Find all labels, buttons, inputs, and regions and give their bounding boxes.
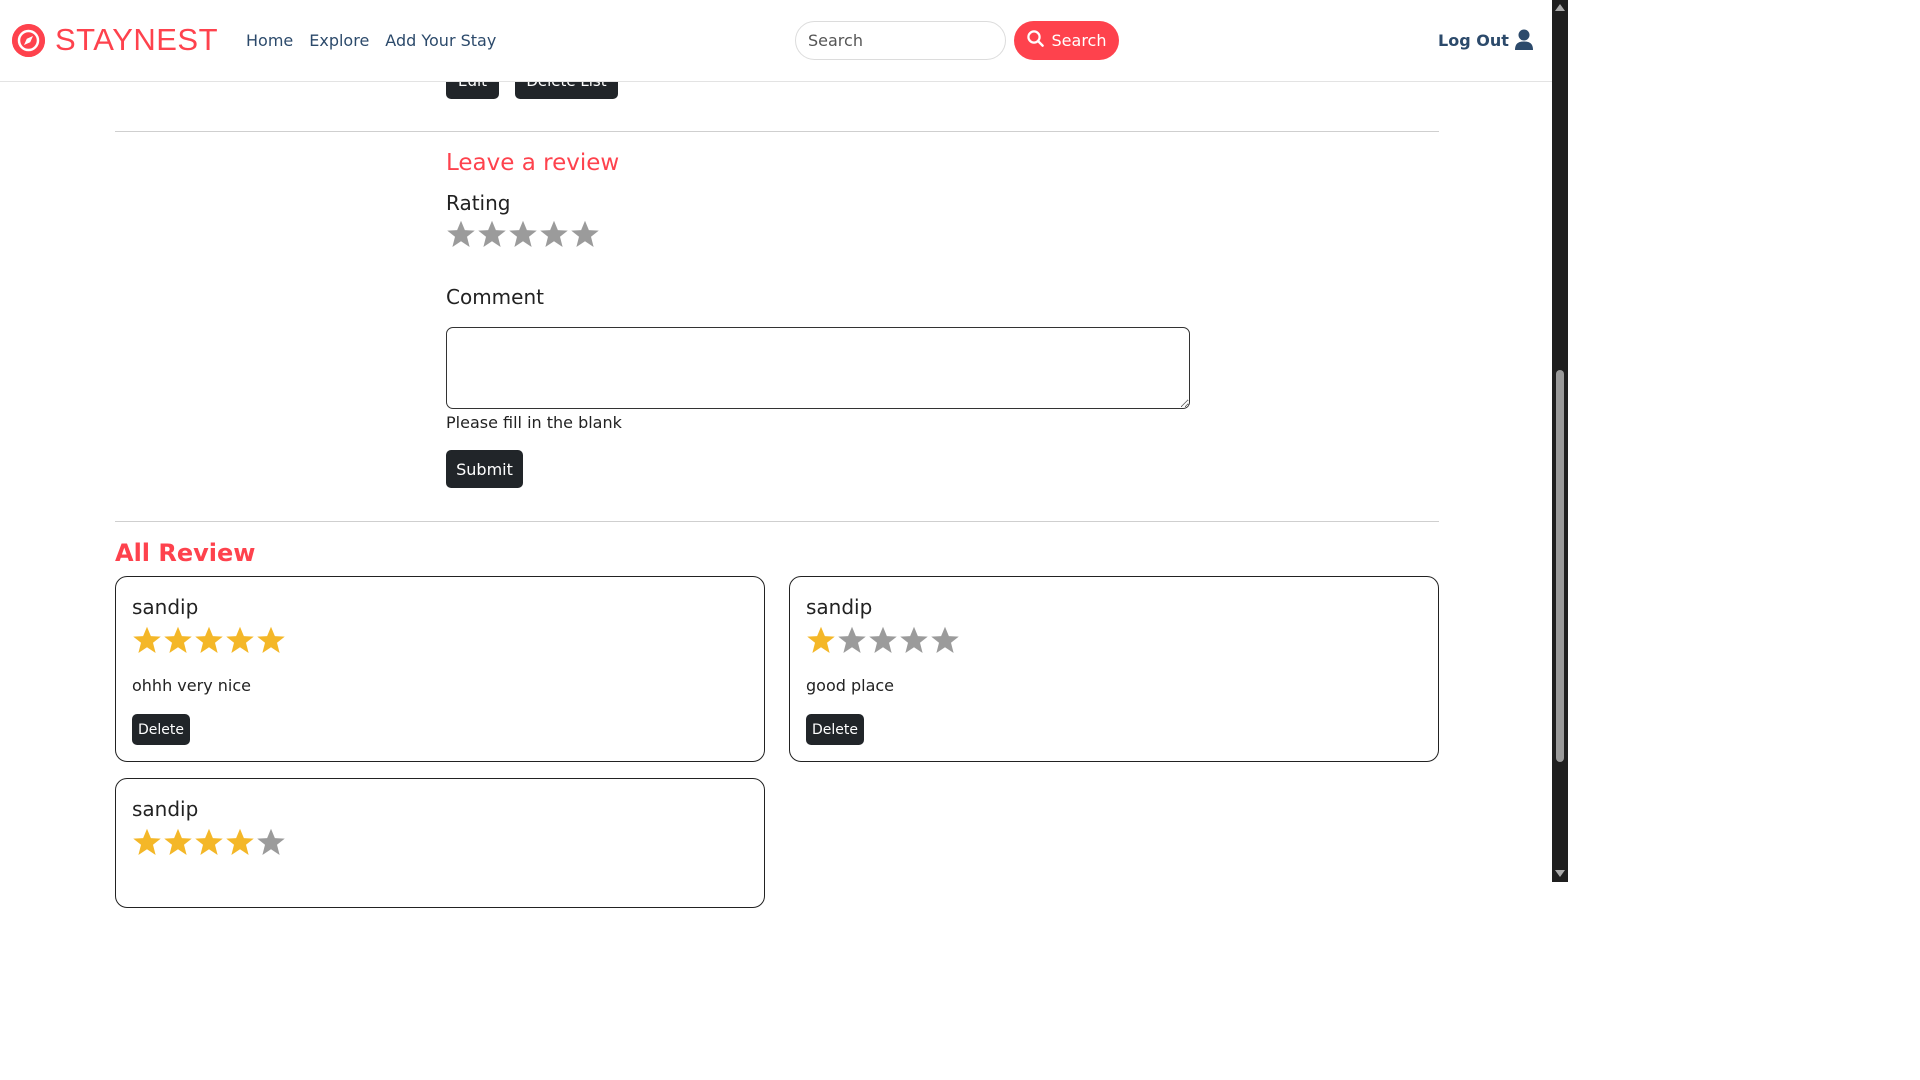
star-icon [930,626,960,659]
star-icon [163,626,193,659]
review-card: sandip ohhh very nice Delete [115,576,765,762]
rating-input[interactable] [446,220,600,253]
search-icon [1026,30,1044,51]
star-icon [194,828,224,861]
star-icon [899,626,929,659]
nav-link-add-your-stay[interactable]: Add Your Stay [385,31,496,50]
divider [115,131,1439,132]
nav-links: Home Explore Add Your Stay [246,31,496,50]
star-icon [225,828,255,861]
star-icon [225,626,255,659]
review-comment: good place [806,676,895,695]
brand-name: STAYNEST [55,22,219,57]
star-icon[interactable] [570,220,600,253]
star-icon[interactable] [508,220,538,253]
divider [115,521,1439,522]
review-author: sandip [806,595,873,619]
scrollbar[interactable] [1552,0,1568,882]
star-icon[interactable] [539,220,569,253]
scroll-thumb[interactable] [1556,370,1564,762]
navbar: STAYNEST Home Explore Add Your Stay Sear… [0,0,1552,82]
leave-review-heading: Leave a review [446,150,620,176]
search-button[interactable]: Search [1014,21,1119,60]
brand-logo[interactable]: STAYNEST [12,22,218,58]
scroll-up-arrow-icon[interactable] [1555,4,1565,11]
nav-link-home[interactable]: Home [246,31,293,50]
review-card: sandip [115,778,765,908]
review-comment: ohhh very nice [132,676,251,695]
star-icon [256,828,286,861]
delete-review-button[interactable]: Delete [806,714,864,745]
star-icon [194,626,224,659]
star-icon [132,626,162,659]
review-rating [132,828,286,861]
star-icon[interactable] [446,220,476,253]
review-rating [132,626,286,659]
star-icon [806,626,836,659]
compass-icon [12,23,45,57]
comment-textarea[interactable] [446,327,1190,409]
star-icon [163,828,193,861]
comment-label: Comment [446,285,544,309]
review-author: sandip [132,595,199,619]
review-rating [806,626,960,659]
star-icon [837,626,867,659]
search-button-label: Search [1051,31,1107,50]
search-input[interactable] [795,21,1006,60]
delete-review-button[interactable]: Delete [132,714,190,745]
rating-label: Rating [446,191,511,215]
all-reviews-heading: All Review [115,539,256,567]
user-icon[interactable] [1514,29,1534,55]
logout-link[interactable]: Log Out [1438,31,1509,50]
scroll-down-arrow-icon[interactable] [1555,870,1565,877]
nav-link-explore[interactable]: Explore [309,31,369,50]
review-card: sandip good place Delete [789,576,1439,762]
review-author: sandip [132,797,199,821]
submit-review-button[interactable]: Submit [446,450,523,488]
star-icon [256,626,286,659]
validation-hint: Please fill in the blank [446,413,622,432]
star-icon[interactable] [477,220,507,253]
star-icon [132,828,162,861]
star-icon [868,626,898,659]
